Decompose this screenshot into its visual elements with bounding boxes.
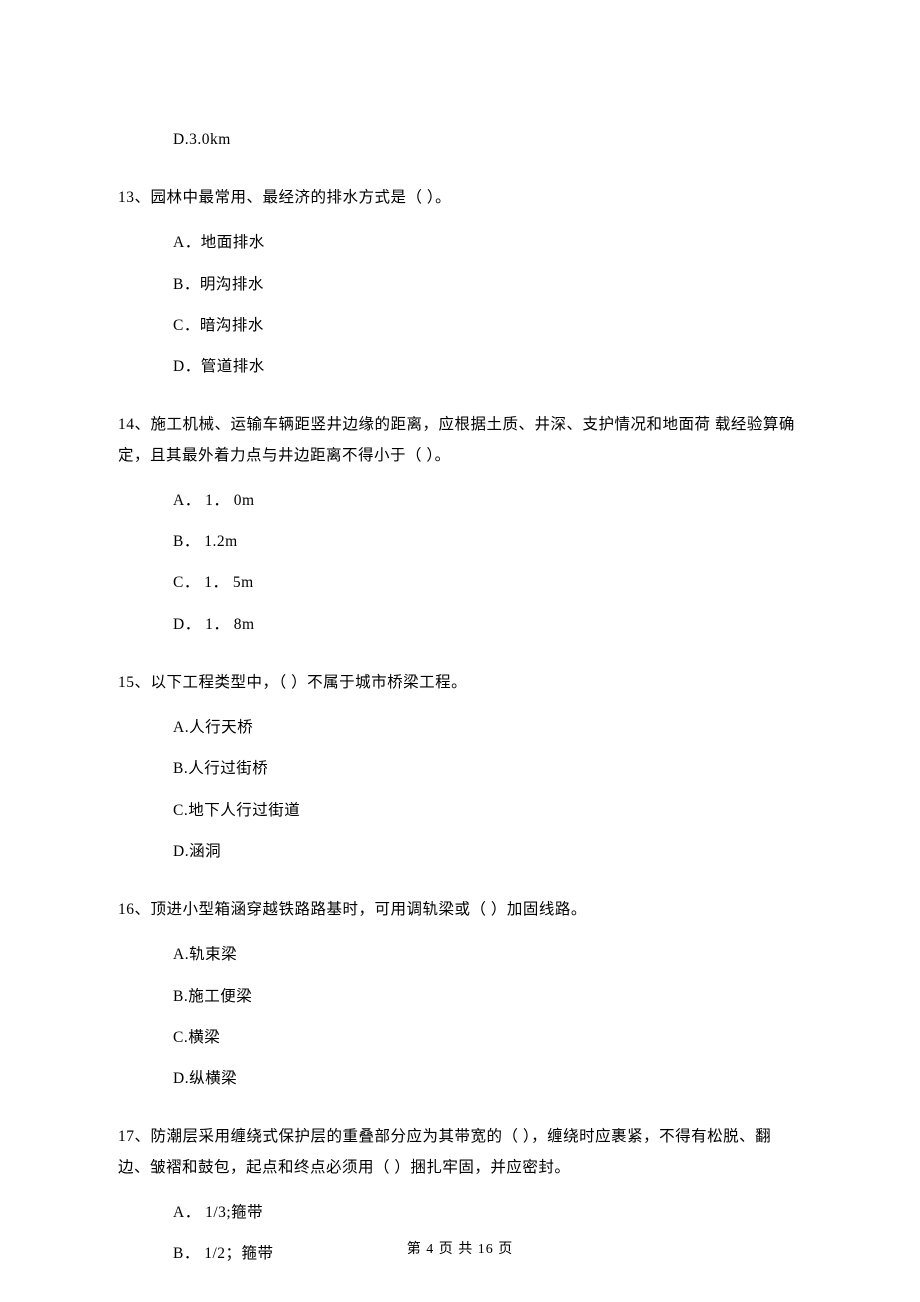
q14-option-c: C． 1． 5m [118,571,802,594]
q13-option-d: D．管道排水 [118,355,802,378]
q17-stem: 17、防潮层采用缠绕式保护层的重叠部分应为其带宽的（ ），缠绕时应裹紧，不得有松… [118,1122,802,1182]
q15-option-a: A.人行天桥 [118,716,802,739]
q13-stem: 13、园林中最常用、最经济的排水方式是（ ）。 [118,183,802,213]
q13-option-c: C．暗沟排水 [118,314,802,337]
q16-option-d: D.纵横梁 [118,1067,802,1090]
q14-option-d: D． 1． 8m [118,613,802,636]
q15-option-b: B.人行过街桥 [118,757,802,780]
q16-option-b: B.施工便梁 [118,985,802,1008]
q14-option-b: B． 1.2m [118,530,802,553]
q15-option-d: D.涵洞 [118,840,802,863]
q15-option-c: C.地下人行过街道 [118,799,802,822]
q16-option-c: C.横梁 [118,1026,802,1049]
q17-option-a: A． 1/3;箍带 [118,1201,802,1224]
q14-option-a: A． 1． 0m [118,489,802,512]
q12-option-d: D.3.0km [118,128,802,151]
page-footer: 第 4 页 共 16 页 [0,1239,920,1260]
page: D.3.0km 13、园林中最常用、最经济的排水方式是（ ）。 A．地面排水 B… [0,0,920,1302]
q15-stem: 15、以下工程类型中，（ ）不属于城市桥梁工程。 [118,668,802,698]
q13-option-b: B．明沟排水 [118,273,802,296]
q13-option-a: A．地面排水 [118,231,802,254]
q14-stem: 14、施工机械、运输车辆距竖井边缘的距离，应根据土质、井深、支护情况和地面荷 载… [118,410,802,470]
q16-option-a: A.轨束梁 [118,943,802,966]
q16-stem: 16、顶进小型箱涵穿越铁路路基时，可用调轨梁或（ ）加固线路。 [118,895,802,925]
